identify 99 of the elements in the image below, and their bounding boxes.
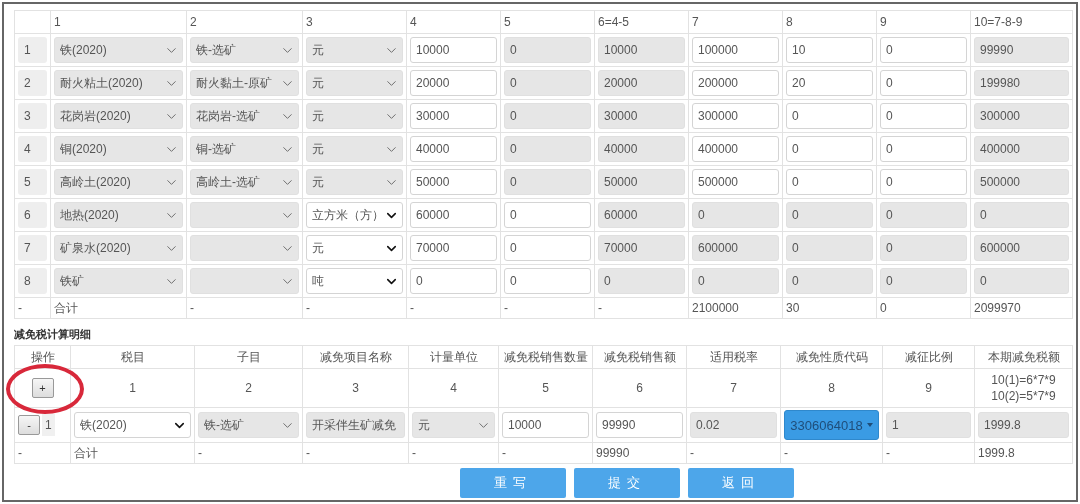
column-number: 4 (450, 381, 457, 395)
column-header: 本期减免税额 (987, 350, 1060, 364)
caret-icon (866, 423, 873, 427)
input-field[interactable]: 0 (504, 268, 591, 294)
total-cell: 1999.8 (978, 446, 1015, 460)
total-cell: - (886, 446, 890, 460)
input-field[interactable]: 20000 (410, 70, 497, 96)
row-number: 1 (42, 414, 55, 436)
input-field[interactable]: 20 (786, 70, 873, 96)
input-field[interactable]: 0 (410, 268, 497, 294)
column-header: 2 (190, 15, 197, 29)
input-field[interactable]: 0 (504, 235, 591, 261)
column-header: 3 (306, 15, 313, 29)
column-header: 税目 (120, 350, 145, 364)
column-header: 7 (692, 15, 699, 29)
row-number: 8 (18, 268, 47, 294)
row-number: 7 (18, 235, 47, 261)
row-number: 4 (18, 136, 47, 162)
total-cell: 99990 (596, 446, 630, 460)
total-cell: 合计 (54, 300, 78, 315)
total-cell: - (190, 301, 194, 315)
total-cell: - (504, 301, 508, 315)
column-header: 10=7-8-9 (974, 15, 1023, 29)
input-field[interactable]: 500000 (692, 169, 779, 195)
column-header: 减免性质代码 (795, 350, 868, 364)
section-title: 减免税计算明细 (14, 327, 92, 342)
input-field[interactable]: 10000 (410, 37, 497, 63)
add-button[interactable]: + (31, 378, 54, 398)
input-field[interactable]: 0 (786, 103, 873, 129)
input-field[interactable]: 50000 (410, 169, 497, 195)
total-cell: - (306, 446, 310, 460)
input-field[interactable]: 0 (880, 169, 967, 195)
total-cell: - (306, 301, 310, 315)
total-cell: 30 (786, 301, 800, 315)
column-header: 子目 (236, 350, 261, 364)
column-header: 减征比例 (904, 350, 953, 364)
input-field[interactable]: 0 (786, 169, 873, 195)
input-field[interactable]: 60000 (410, 202, 497, 228)
input-field[interactable]: 99990 (596, 412, 683, 438)
total-cell: - (598, 301, 602, 315)
input-field[interactable]: 70000 (410, 235, 497, 261)
column-header: 1 (54, 15, 61, 29)
input-field[interactable]: 0 (880, 136, 967, 162)
formula-text: 10(2)=5*7*9 (991, 389, 1056, 403)
row-number: 1 (18, 37, 47, 63)
input-field[interactable]: 0 (880, 70, 967, 96)
total-cell: - (690, 446, 694, 460)
row-number: 6 (18, 202, 47, 228)
column-header: 减免税销售数量 (503, 350, 588, 364)
total-cell: - (412, 446, 416, 460)
column-number: 1 (129, 381, 136, 395)
input-field[interactable]: 0 (880, 37, 967, 63)
column-header: 6=4-5 (598, 15, 630, 29)
column-number: 6 (636, 381, 643, 395)
row-number: 3 (18, 103, 47, 129)
total-cell: 0 (880, 301, 887, 315)
total-cell: - (18, 301, 22, 315)
remove-button[interactable]: - (18, 415, 40, 435)
column-header: 减免项目名称 (319, 350, 392, 364)
column-number: 9 (925, 381, 932, 395)
select-field[interactable]: 吨 (306, 268, 403, 294)
select-field[interactable]: 立方米（方） (306, 202, 403, 228)
total-cell: - (18, 446, 22, 460)
input-field[interactable]: 0 (880, 103, 967, 129)
total-cell: 合计 (74, 445, 98, 460)
column-header: 减免税销售额 (603, 350, 676, 364)
column-number: 2 (245, 381, 252, 395)
select-field[interactable]: 铁(2020) (74, 412, 191, 438)
total-cell: - (410, 301, 414, 315)
input-field[interactable]: 40000 (410, 136, 497, 162)
column-header: 9 (880, 15, 887, 29)
column-header: 4 (410, 15, 417, 29)
column-number: 8 (828, 381, 835, 395)
input-field[interactable]: 100000 (692, 37, 779, 63)
column-number: 7 (730, 381, 737, 395)
input-field[interactable]: 200000 (692, 70, 779, 96)
total-cell: 2100000 (692, 301, 739, 315)
total-cell: - (784, 446, 788, 460)
input-field[interactable]: 300000 (692, 103, 779, 129)
column-header: 5 (504, 15, 511, 29)
input-field[interactable]: 400000 (692, 136, 779, 162)
column-header: 计量单位 (429, 350, 478, 364)
input-field[interactable]: 30000 (410, 103, 497, 129)
column-header: 操作 (30, 350, 55, 364)
input-field[interactable]: 0 (504, 202, 591, 228)
row-number: 2 (18, 70, 47, 96)
row-number: 5 (18, 169, 47, 195)
total-cell: - (198, 446, 202, 460)
formula-text: 10(1)=6*7*9 (991, 373, 1056, 387)
select-field[interactable]: 元 (306, 235, 403, 261)
column-header: 8 (786, 15, 793, 29)
input-field[interactable]: 10000 (502, 412, 589, 438)
input-field[interactable]: 0 (786, 136, 873, 162)
total-cell: - (502, 446, 506, 460)
input-field[interactable]: 10 (786, 37, 873, 63)
column-number: 5 (542, 381, 549, 395)
column-number: 3 (352, 381, 359, 395)
total-cell: 2099970 (974, 301, 1021, 315)
column-header: 适用税率 (709, 350, 758, 364)
